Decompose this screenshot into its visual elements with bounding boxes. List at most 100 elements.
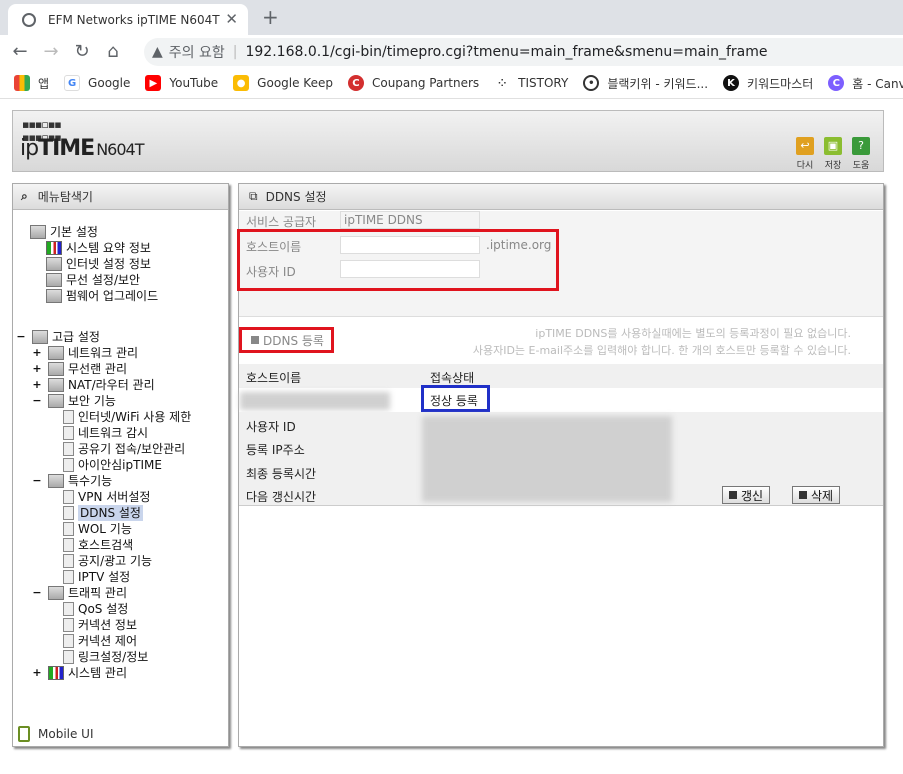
tree-wlan-management[interactable]: + 무선랜 관리 xyxy=(32,361,127,377)
collapse-icon[interactable]: − xyxy=(16,329,26,345)
document-icon xyxy=(63,554,74,568)
grid-status-header: 접속상태 xyxy=(430,371,475,385)
reload-icon[interactable]: ↻ xyxy=(71,41,93,62)
tree-basic-settings[interactable]: 기본 설정 xyxy=(30,224,98,240)
tree-network-watch[interactable]: 네트워크 감시 xyxy=(63,425,148,441)
document-icon xyxy=(63,426,74,440)
url-text: 192.168.0.1/cgi-bin/timepro.cgi?tmenu=ma… xyxy=(245,44,768,60)
tree-nat-router[interactable]: + NAT/라우터 관리 xyxy=(32,377,155,393)
warning-icon: ▲ xyxy=(152,44,163,60)
document-icon xyxy=(63,506,74,520)
back-icon[interactable]: ← xyxy=(9,41,31,62)
service-provider-label: 서비스 공급자 xyxy=(246,215,317,229)
tree-system-management[interactable]: + 시스템 관리 xyxy=(32,665,127,681)
close-icon[interactable]: ✕ xyxy=(225,10,238,28)
delete-button[interactable]: 삭제 xyxy=(792,486,841,504)
tree-system-summary[interactable]: 시스템 요약 정보 xyxy=(46,240,151,256)
forward-icon[interactable]: → xyxy=(40,41,62,62)
collapse-icon[interactable]: − xyxy=(32,473,42,489)
document-icon xyxy=(63,522,74,536)
bookmark-canva[interactable]: C홈 - Canva xyxy=(828,75,903,92)
tree-special-functions[interactable]: − 특수기능 xyxy=(32,473,112,489)
tree-firmware-upgrade[interactable]: 펌웨어 업그레이드 xyxy=(46,288,158,304)
note-line-1: ipTIME DDNS를 사용하실때에는 별도의 등록과정이 필요 없습니다. xyxy=(535,327,851,340)
redacted-details xyxy=(422,416,672,502)
address-bar[interactable]: ▲ 주의 요함 | 192.168.0.1/cgi-bin/timepro.cg… xyxy=(144,38,903,66)
disk-icon: ▣ xyxy=(824,137,842,155)
document-icon xyxy=(63,442,74,456)
collapse-icon[interactable]: − xyxy=(32,393,42,409)
tree-router-access[interactable]: 공유기 접속/보안관리 xyxy=(63,441,185,457)
bookmarks-bar: 앱 G Google ▶ YouTube ● Google Keep C Coupang… xyxy=(0,68,903,99)
expand-icon[interactable]: + xyxy=(32,377,42,393)
folder-icon xyxy=(32,330,48,344)
browser-toolbar: ← → ↻ ⌂ ▲ 주의 요함 | 192.168.0.1/cgi-bin/ti… xyxy=(0,35,903,68)
wireless-icon xyxy=(48,362,64,376)
tree-connection-info[interactable]: 커넥션 정보 xyxy=(63,617,137,633)
tree-iptv[interactable]: IPTV 설정 xyxy=(63,569,130,585)
expand-icon[interactable]: + xyxy=(32,361,42,377)
reload-button[interactable]: ↩ 다시 xyxy=(795,137,815,171)
monitor-icon xyxy=(46,257,62,271)
traffic-icon xyxy=(48,586,64,600)
tree-qos[interactable]: QoS 설정 xyxy=(63,601,128,617)
document-icon xyxy=(63,634,74,648)
collapse-icon[interactable]: − xyxy=(32,585,42,601)
refresh-icon xyxy=(729,491,737,499)
help-button[interactable]: ? 도움 xyxy=(851,137,871,171)
new-tab-icon[interactable]: + xyxy=(262,5,279,29)
keywordmaster-icon: K xyxy=(723,75,740,91)
tree-internet-limit[interactable]: 인터넷/WiFi 사용 제한 xyxy=(63,409,191,425)
tree-network-management[interactable]: + 네트워크 관리 xyxy=(32,345,138,361)
document-icon xyxy=(63,618,74,632)
firmware-icon xyxy=(46,289,62,303)
tree-traffic[interactable]: − 트래픽 관리 xyxy=(32,585,127,601)
chart-icon xyxy=(46,241,62,255)
tree-vpn[interactable]: VPN 서버설정 xyxy=(63,489,150,505)
phone-icon xyxy=(18,726,30,742)
save-button[interactable]: ▣ 저장 xyxy=(823,137,843,171)
bookmark-youtube[interactable]: ▶ YouTube xyxy=(145,75,218,91)
tree-notice-ads[interactable]: 공지/광고 기능 xyxy=(63,553,152,569)
tree-security[interactable]: − 보안 기능 xyxy=(32,393,116,409)
router-icon xyxy=(48,378,64,392)
document-icon xyxy=(63,570,74,584)
mobile-ui-link[interactable]: Mobile UI xyxy=(18,726,94,742)
document-icon xyxy=(63,650,74,664)
browser-tab[interactable]: EFM Networks ipTIME N604T ✕ xyxy=(8,4,248,35)
tree-wireless-security[interactable]: 무선 설정/보안 xyxy=(46,272,140,288)
tab-title: EFM Networks ipTIME N604T xyxy=(48,12,220,27)
folder-icon xyxy=(48,474,64,488)
tree-wol[interactable]: WOL 기능 xyxy=(63,521,132,537)
tree-advanced-settings[interactable]: − 고급 설정 xyxy=(16,329,100,345)
tree-internet-info[interactable]: 인터넷 설정 정보 xyxy=(46,256,151,272)
note-line-2: 사용자ID는 E-mail주소를 입력해야 합니다. 한 개의 호스트만 등록할… xyxy=(472,344,851,357)
bookmark-apps[interactable]: 앱 xyxy=(14,75,49,92)
bookmark-google-keep[interactable]: ● Google Keep xyxy=(233,75,333,91)
lock-icon xyxy=(48,394,64,408)
refresh-button[interactable]: 갱신 xyxy=(722,486,771,504)
delete-icon xyxy=(799,491,807,499)
bookmark-keywordmaster[interactable]: K 키워드마스터 xyxy=(723,75,813,92)
bookmark-blackkiwi[interactable]: • 블랙키위 - 키워드... xyxy=(583,75,708,92)
network-icon xyxy=(48,346,64,360)
document-icon xyxy=(63,538,74,552)
tree-ddns[interactable]: DDNS 설정 xyxy=(63,505,143,521)
expand-icon[interactable]: + xyxy=(32,665,42,681)
undo-icon: ↩ xyxy=(796,137,814,155)
tree-ianshim[interactable]: 아이안심ipTIME xyxy=(63,457,162,473)
bookmark-tistory[interactable]: ⁘ TISTORY xyxy=(494,75,568,91)
expand-icon[interactable]: + xyxy=(32,345,42,361)
bookmark-google[interactable]: G Google xyxy=(64,75,130,91)
folder-icon xyxy=(30,225,46,239)
tree-host-search[interactable]: 호스트검색 xyxy=(63,537,133,553)
tree-link-settings[interactable]: 링크설정/정보 xyxy=(63,649,148,665)
home-icon[interactable]: ⌂ xyxy=(102,41,124,62)
grid-userid-label: 사용자 ID xyxy=(246,420,296,434)
tistory-icon: ⁘ xyxy=(494,75,511,91)
redacted-hostname xyxy=(240,392,390,410)
tree-connection-control[interactable]: 커넥션 제어 xyxy=(63,633,137,649)
keep-icon: ● xyxy=(233,75,250,91)
search-icon: ⌕ xyxy=(21,189,28,203)
bookmark-coupang[interactable]: C Coupang Partners xyxy=(347,75,479,91)
